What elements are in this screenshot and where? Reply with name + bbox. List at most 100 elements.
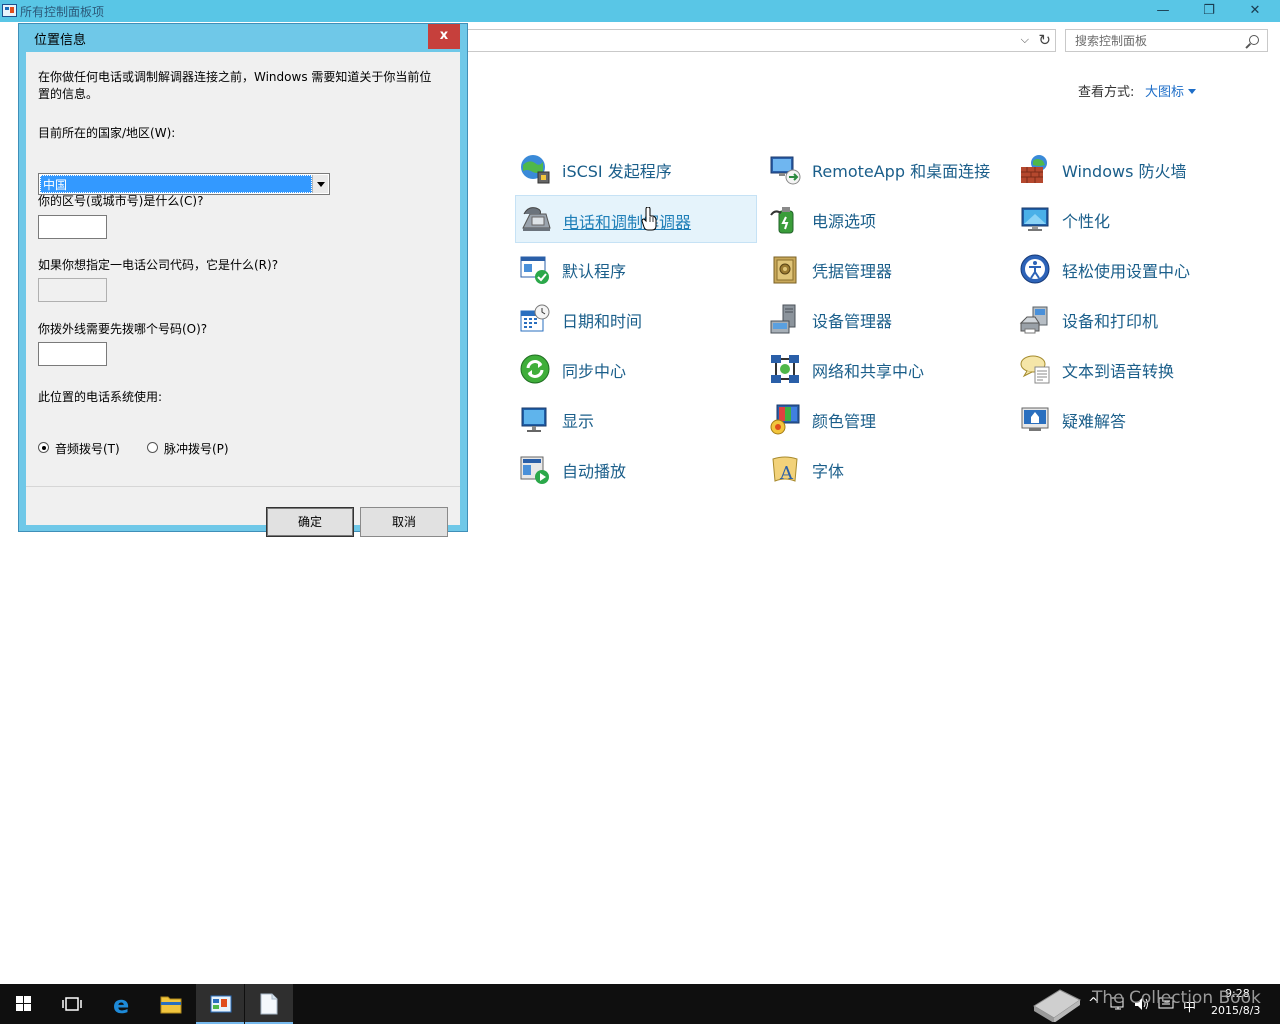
- country-selected-value: 中国: [40, 175, 312, 193]
- cp-item-label: 自动播放: [562, 462, 627, 481]
- area-code-label: 你的区号(或城市号)是什么(C)?: [38, 194, 204, 208]
- task-view-button[interactable]: [48, 984, 96, 1024]
- cp-item-devices-printers[interactable]: 设备和打印机: [1015, 295, 1257, 343]
- cp-item-personalization[interactable]: 个性化: [1015, 195, 1257, 243]
- cp-item-label: 显示: [562, 412, 595, 431]
- cp-item-windows-firewall[interactable]: Windows 防火墙: [1015, 145, 1257, 193]
- search-icon[interactable]: [1249, 35, 1259, 45]
- ease-of-access-icon: [1020, 254, 1050, 284]
- chevron-down-icon[interactable]: [312, 175, 328, 193]
- notepad-taskbar-button[interactable]: [245, 984, 293, 1024]
- windows-logo-icon: [16, 996, 32, 1012]
- phone-modem-icon: [522, 207, 551, 231]
- firewall-icon: [1021, 155, 1047, 183]
- cp-item-label: 疑难解答: [1062, 412, 1127, 431]
- power-options-icon: [770, 207, 794, 234]
- dial-type-label: 此位置的电话系统使用:: [38, 390, 163, 404]
- cp-item-autoplay[interactable]: 自动播放: [515, 445, 757, 493]
- svg-text:A: A: [779, 463, 794, 484]
- display-icon: [521, 407, 547, 432]
- watermark-text: The Collection Book: [1092, 988, 1261, 1008]
- cp-item-default-programs[interactable]: 默认程序: [515, 245, 757, 293]
- cp-item-credential-manager[interactable]: 凭据管理器: [765, 245, 1007, 293]
- radio-selected-icon: [38, 442, 49, 453]
- cp-item-label: 设备和打印机: [1062, 312, 1159, 331]
- cp-item-power-options[interactable]: 电源选项: [765, 195, 1007, 243]
- control-panel-taskbar-button[interactable]: [196, 984, 244, 1024]
- cp-item-display[interactable]: 显示: [515, 395, 757, 443]
- cp-item-sync-center[interactable]: 同步中心: [515, 345, 757, 393]
- location-info-dialog: 位置信息 x 在你做任何电话或调制解调器连接之前，Windows 需要知道关于你…: [18, 23, 468, 537]
- cp-item-label: Windows 防火墙: [1062, 162, 1187, 181]
- dialog-close-button[interactable]: x: [428, 24, 460, 49]
- cp-item-label: 轻松使用设置中心: [1062, 262, 1191, 281]
- default-programs-icon: [520, 256, 549, 284]
- start-button[interactable]: [0, 984, 48, 1024]
- cp-item-color-management[interactable]: 颜色管理: [765, 395, 1007, 443]
- outside-line-input[interactable]: [38, 342, 107, 366]
- country-label: 目前所在的国家/地区(W):: [38, 126, 176, 140]
- devices-printers-icon: [1019, 306, 1048, 334]
- ok-button[interactable]: 确定: [266, 507, 354, 537]
- cancel-button[interactable]: 取消: [360, 507, 448, 537]
- cp-item-iscsi[interactable]: iSCSI 发起程序: [515, 145, 757, 193]
- edge-icon: e: [113, 992, 129, 1016]
- file-explorer-button[interactable]: [146, 984, 194, 1024]
- cp-item-label: 文本到语音转换: [1062, 362, 1175, 381]
- tone-dialing-label: 音频拨号(T): [55, 442, 120, 456]
- control-panel-icon: [210, 995, 232, 1013]
- radio-unselected-icon: [147, 442, 158, 453]
- outside-line-label: 你拨外线需要先拨哪个号码(O)?: [38, 322, 208, 336]
- window-title-bar: 所有控制面板项 — ❐ ✕: [0, 0, 1280, 22]
- search-box[interactable]: [1065, 29, 1268, 52]
- device-manager-icon: [770, 304, 796, 334]
- text-to-speech-icon: [1020, 355, 1050, 384]
- cp-item-label: 颜色管理: [812, 412, 877, 431]
- chevron-down-icon[interactable]: ⌵: [1021, 33, 1029, 47]
- cp-item-fonts[interactable]: A 字体: [765, 445, 1007, 493]
- dialog-title: 位置信息: [34, 33, 87, 48]
- dialog-separator: [26, 486, 460, 487]
- cp-item-ease-of-access[interactable]: 轻松使用设置中心: [1015, 245, 1257, 293]
- cp-item-label: 电源选项: [812, 212, 877, 231]
- area-code-input[interactable]: [38, 215, 107, 239]
- view-mode-value: 大图标: [1145, 85, 1185, 100]
- cp-item-network-sharing[interactable]: 网络和共享中心: [765, 345, 1007, 393]
- minimize-button[interactable]: —: [1140, 0, 1186, 22]
- task-view-icon: [62, 997, 82, 1011]
- iscsi-globe-icon: [521, 155, 550, 184]
- caret-down-icon: [1188, 89, 1197, 94]
- troubleshooting-icon: [1021, 407, 1049, 431]
- maximize-button[interactable]: ❐: [1186, 0, 1232, 22]
- book-watermark-icon: [1033, 989, 1081, 1022]
- cp-item-date-time[interactable]: 日期和时间: [515, 295, 757, 343]
- cp-item-label: 设备管理器: [812, 312, 893, 331]
- dialog-intro-text: 在你做任何电话或调制解调器连接之前，Windows 需要知道关于你当前位置的信息…: [38, 70, 432, 101]
- view-mode-dropdown[interactable]: 大图标: [1145, 81, 1197, 100]
- carrier-code-input: [38, 278, 107, 302]
- fonts-icon: A: [772, 456, 798, 484]
- cp-item-label: iSCSI 发起程序: [562, 162, 672, 181]
- close-window-button[interactable]: ✕: [1232, 0, 1278, 22]
- address-bar[interactable]: ⌵ ↻: [466, 29, 1056, 52]
- edge-browser-button[interactable]: e: [98, 984, 146, 1024]
- cp-item-label: 日期和时间: [562, 312, 643, 331]
- cp-item-label: 同步中心: [562, 362, 627, 381]
- personalization-icon: [1021, 207, 1049, 231]
- folder-icon: [160, 996, 182, 1014]
- search-input[interactable]: [1075, 33, 1245, 48]
- refresh-icon[interactable]: ↻: [1038, 31, 1051, 49]
- cp-item-device-manager[interactable]: 设备管理器: [765, 295, 1007, 343]
- cp-item-label: RemoteApp 和桌面连接: [812, 162, 991, 181]
- document-icon: [260, 993, 278, 1015]
- autoplay-icon: [520, 456, 549, 484]
- cp-item-label: 网络和共享中心: [812, 362, 925, 381]
- pulse-dialing-label: 脉冲拨号(P): [164, 442, 229, 456]
- cp-item-phone-modem[interactable]: 电话和调制解调器: [515, 195, 757, 243]
- control-panel-app-icon: [2, 4, 17, 17]
- cp-item-text-to-speech[interactable]: 文本到语音转换: [1015, 345, 1257, 393]
- taskbar: e ^ 中 9:28 2015/8/3: [0, 984, 1280, 1024]
- cp-item-label: 个性化: [1062, 212, 1111, 231]
- cp-item-remoteapp[interactable]: RemoteApp 和桌面连接: [765, 145, 1007, 193]
- cp-item-troubleshooting[interactable]: 疑难解答: [1015, 395, 1257, 443]
